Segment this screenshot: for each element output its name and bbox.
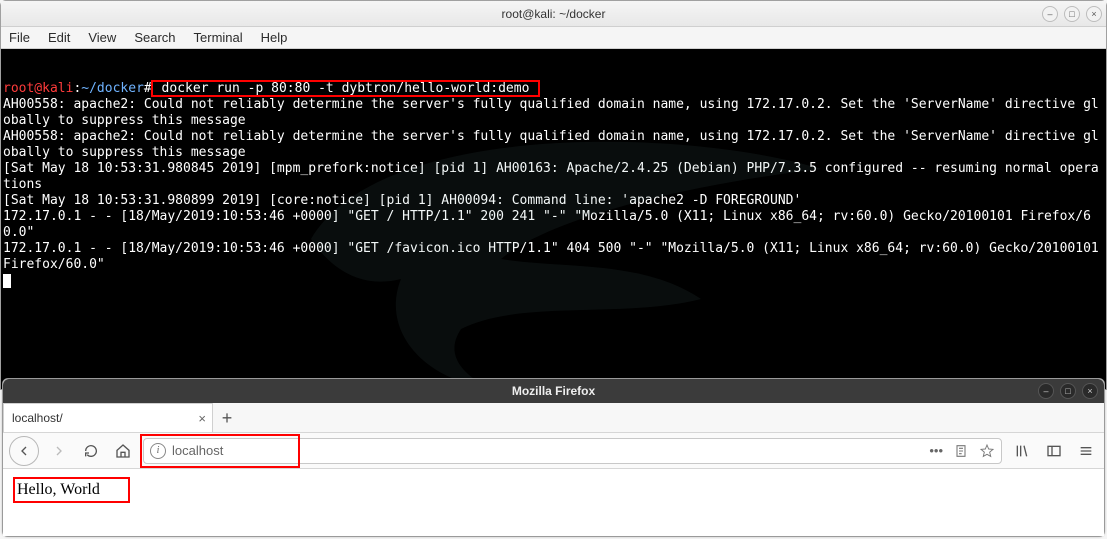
menu-search[interactable]: Search	[134, 30, 175, 45]
menu-file[interactable]: File	[9, 30, 30, 45]
reload-icon	[83, 443, 99, 459]
terminal-window-controls: – □ ×	[1042, 6, 1102, 22]
hamburger-icon	[1078, 443, 1094, 459]
tab-label: localhost/	[12, 411, 63, 425]
minimize-button[interactable]: –	[1038, 383, 1054, 399]
menu-button[interactable]	[1074, 439, 1098, 463]
page-text: Hello, World	[17, 481, 100, 498]
new-tab-button[interactable]: +	[213, 404, 241, 432]
page-content: Hello, World	[3, 469, 1104, 536]
page-text-highlighted: Hello, World	[13, 477, 130, 503]
back-button[interactable]	[9, 436, 39, 466]
library-button[interactable]	[1010, 439, 1034, 463]
terminal-titlebar: root@kali: ~/docker – □ ×	[1, 1, 1106, 27]
firefox-tabbar: localhost/ × +	[3, 403, 1104, 433]
terminal-output-area[interactable]: root@kali:~/docker# docker run -p 80:80 …	[1, 49, 1106, 389]
arrow-left-icon	[16, 443, 32, 459]
terminal-title: root@kali: ~/docker	[1, 7, 1106, 21]
output-line: AH00558: apache2: Could not reliably det…	[3, 129, 1099, 160]
maximize-button[interactable]: □	[1060, 383, 1076, 399]
close-button[interactable]: ×	[1082, 383, 1098, 399]
tab-localhost[interactable]: localhost/ ×	[3, 403, 213, 432]
reader-icon[interactable]	[953, 443, 969, 459]
output-line: 172.17.0.1 - - [18/May/2019:10:53:46 +00…	[3, 241, 1106, 272]
command-highlighted: docker run -p 80:80 -t dybtron/hello-wor…	[152, 81, 540, 96]
terminal-window: root@kali: ~/docker – □ × File Edit View…	[0, 0, 1107, 390]
home-button[interactable]	[111, 439, 135, 463]
terminal-menubar: File Edit View Search Terminal Help	[1, 27, 1106, 49]
terminal-cursor	[3, 274, 11, 288]
close-button[interactable]: ×	[1086, 6, 1102, 22]
home-icon	[115, 443, 131, 459]
prompt-hash: #	[144, 81, 152, 96]
forward-button	[47, 439, 71, 463]
prompt-path: ~/docker	[81, 81, 144, 96]
tab-close-icon[interactable]: ×	[198, 411, 206, 426]
sidebar-icon	[1046, 443, 1062, 459]
menu-view[interactable]: View	[88, 30, 116, 45]
output-line: [Sat May 18 10:53:31.980899 2019] [core:…	[3, 193, 801, 208]
output-line: 172.17.0.1 - - [18/May/2019:10:53:46 +00…	[3, 209, 1091, 240]
firefox-titlebar: Mozilla Firefox – □ ×	[3, 379, 1104, 403]
firefox-toolbar: i localhost •••	[3, 433, 1104, 469]
firefox-window: Mozilla Firefox – □ × localhost/ × + i	[2, 378, 1105, 537]
reload-button[interactable]	[79, 439, 103, 463]
minimize-button[interactable]: –	[1042, 6, 1058, 22]
arrow-right-icon	[51, 443, 67, 459]
library-icon	[1014, 443, 1030, 459]
menu-help[interactable]: Help	[261, 30, 288, 45]
firefox-window-controls: – □ ×	[1038, 383, 1098, 399]
output-line: [Sat May 18 10:53:31.980845 2019] [mpm_p…	[3, 161, 1099, 192]
info-icon[interactable]: i	[150, 443, 166, 459]
urlbar-right-controls: •••	[929, 443, 995, 459]
output-line: AH00558: apache2: Could not reliably det…	[3, 97, 1099, 128]
firefox-right-tools	[1010, 439, 1098, 463]
menu-edit[interactable]: Edit	[48, 30, 70, 45]
menu-terminal[interactable]: Terminal	[194, 30, 243, 45]
prompt-user: root@kali	[3, 81, 73, 96]
url-bar[interactable]: i localhost •••	[143, 438, 1002, 464]
sidebar-button[interactable]	[1042, 439, 1066, 463]
prompt-line: root@kali:~/docker# docker run -p 80:80 …	[3, 81, 539, 96]
page-actions-button[interactable]: •••	[929, 443, 943, 458]
maximize-button[interactable]: □	[1064, 6, 1080, 22]
url-text: localhost	[172, 443, 223, 458]
firefox-title: Mozilla Firefox	[3, 384, 1104, 398]
star-icon[interactable]	[979, 443, 995, 459]
